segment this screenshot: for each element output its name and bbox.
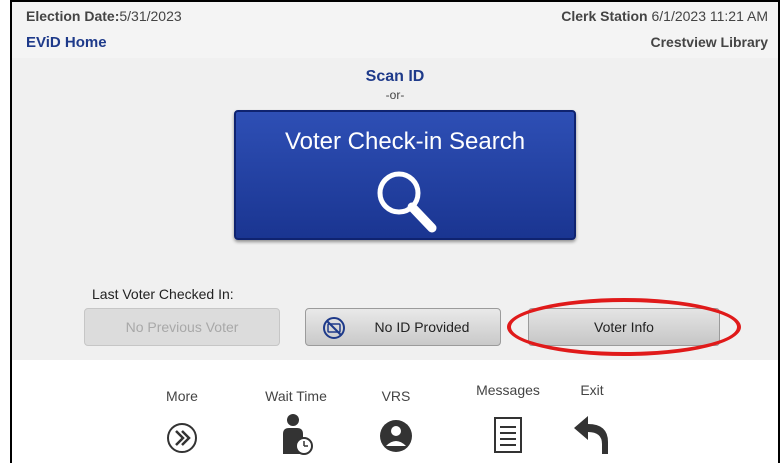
more-label: More <box>166 388 198 404</box>
no-id-provided-button[interactable]: No ID Provided <box>305 308 501 346</box>
no-id-icon <box>323 317 345 339</box>
or-separator: -or- <box>385 88 405 102</box>
location-name: Crestview Library <box>650 34 769 50</box>
home-link[interactable]: EViD Home <box>26 34 107 51</box>
scan-id-heading: Scan ID <box>365 68 425 85</box>
wait-time-button[interactable]: Wait Time <box>256 388 336 461</box>
messages-icon <box>494 417 522 453</box>
search-button-label: Voter Check-in Search <box>284 128 526 155</box>
election-date: Election Date:5/31/2023 <box>26 8 182 24</box>
footer-toolbar: More Wait Time VRS Messages Exit <box>12 360 778 463</box>
station-datetime: 6/1/2023 11:21 AM <box>651 8 769 24</box>
wait-time-icon <box>283 414 313 455</box>
more-button[interactable]: More <box>142 388 222 459</box>
no-id-label: No ID Provided <box>374 319 470 335</box>
last-voter-label: Last Voter Checked In: <box>92 286 234 302</box>
exit-icon <box>574 416 608 454</box>
election-date-label: Election Date: <box>26 8 120 24</box>
exit-button[interactable]: Exit <box>552 382 632 461</box>
header-bar: Election Date:5/31/2023 EViD Home Clerk … <box>12 2 778 59</box>
vrs-button[interactable]: VRS <box>356 388 436 459</box>
no-previous-voter-button[interactable]: No Previous Voter <box>84 308 280 346</box>
voter-check-in-search-button[interactable]: Voter Check-in Search <box>234 110 576 240</box>
wait-time-label: Wait Time <box>265 388 327 404</box>
vrs-label: VRS <box>381 388 411 404</box>
main-panel: Scan ID -or- Voter Check-in Search Last … <box>12 58 778 360</box>
station-label: Clerk Station <box>561 8 648 24</box>
search-icon <box>377 171 437 233</box>
messages-label: Messages <box>476 382 540 398</box>
voter-info-highlight-ellipse <box>507 298 741 356</box>
election-date-value: 5/31/2023 <box>119 8 182 24</box>
more-icon <box>167 423 197 453</box>
exit-label: Exit <box>580 382 604 398</box>
messages-button[interactable]: Messages <box>468 382 548 459</box>
vrs-icon <box>380 420 412 452</box>
station-info: Clerk Station 6/1/2023 11:21 AM <box>561 8 768 24</box>
app-window: Election Date:5/31/2023 EViD Home Clerk … <box>10 0 780 463</box>
